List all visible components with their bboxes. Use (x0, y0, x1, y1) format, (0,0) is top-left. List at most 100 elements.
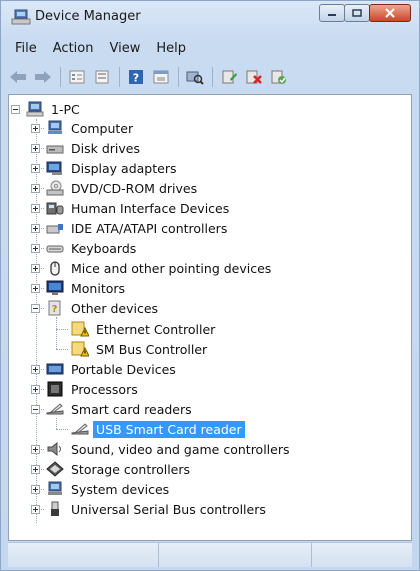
tree-label: Human Interface Devices (71, 200, 230, 216)
tree-root[interactable]: 1-PC (11, 99, 83, 119)
expand-toggle[interactable] (31, 203, 40, 213)
warning-device-icon (71, 321, 89, 337)
tree-item-portable-devices[interactable]: Portable Devices (31, 359, 179, 379)
system-device-icon (48, 481, 62, 495)
expand-toggle[interactable] (31, 484, 40, 494)
scan-hardware-button[interactable] (184, 66, 206, 88)
help-button[interactable]: ? (125, 66, 147, 88)
update-driver-button[interactable] (218, 66, 240, 88)
resources-view-icon (153, 70, 169, 84)
tree-label: IDE ATA/ATAPI controllers (71, 220, 228, 236)
toolbar: ? (7, 63, 413, 91)
computer-icon (48, 120, 62, 134)
mouse-icon (50, 261, 60, 276)
expand-toggle[interactable] (31, 464, 40, 474)
tree-item-other-devices[interactable]: ? Other devices (31, 298, 161, 318)
window-controls (319, 4, 411, 22)
collapse-toggle[interactable] (31, 303, 40, 313)
forward-arrow-icon (35, 71, 51, 83)
properties-view-button[interactable] (66, 66, 88, 88)
tree-label: Storage controllers (71, 461, 191, 477)
collapse-toggle[interactable] (31, 404, 40, 414)
tree-item-processors[interactable]: Processors (31, 379, 141, 399)
expand-toggle[interactable] (31, 183, 40, 193)
tree-label: Portable Devices (71, 361, 176, 377)
toolbar-separator (60, 67, 61, 87)
update-driver-icon (222, 70, 237, 84)
computer-icon (26, 101, 44, 117)
tree-item-usb-controllers[interactable]: Universal Serial Bus controllers (31, 499, 269, 519)
device-tree[interactable]: 1-PC Computer Disk drives Display adapte… (8, 94, 412, 541)
expand-toggle[interactable] (31, 223, 40, 233)
disable-device-button[interactable] (268, 66, 290, 88)
devices-view-button[interactable] (91, 66, 113, 88)
close-icon (385, 8, 395, 18)
collapse-toggle[interactable] (11, 104, 20, 114)
tree-item-sound-video-game[interactable]: Sound, video and game controllers (31, 439, 293, 459)
tree-item-human-interface-devices[interactable]: Human Interface Devices (31, 198, 232, 218)
status-segment (312, 543, 412, 567)
tree-item-system-devices[interactable]: System devices (31, 479, 172, 499)
close-button[interactable] (369, 4, 411, 22)
menu-action[interactable]: Action (45, 39, 102, 59)
expand-toggle[interactable] (31, 163, 40, 173)
minimize-button[interactable] (319, 4, 345, 22)
tree-item-ide-controllers[interactable]: IDE ATA/ATAPI controllers (31, 218, 230, 238)
tree-item-display-adapters[interactable]: Display adapters (31, 158, 179, 178)
ide-controller-icon (46, 224, 63, 234)
tree-item-usb-smart-card-reader[interactable]: USB Smart Card reader (71, 419, 245, 439)
svg-text:?: ? (52, 304, 58, 315)
expand-toggle[interactable] (31, 123, 40, 133)
forward-button[interactable] (32, 66, 54, 88)
tree-item-smart-card-readers[interactable]: Smart card readers (31, 399, 195, 419)
expand-toggle[interactable] (31, 263, 40, 273)
expand-toggle[interactable] (31, 243, 40, 253)
tree-label: 1-PC (51, 101, 80, 117)
smart-card-reader-icon (46, 403, 64, 415)
resources-view-button[interactable] (150, 66, 172, 88)
processor-icon (47, 381, 63, 397)
maximize-icon (352, 9, 362, 17)
title-bar[interactable]: Device Manager (1, 1, 419, 33)
unknown-device-icon: ? (48, 300, 61, 316)
device-manager-window: Device Manager File Action View Help ? 1… (0, 0, 420, 571)
menu-view[interactable]: View (101, 39, 148, 59)
tree-item-keyboards[interactable]: Keyboards (31, 238, 139, 258)
device-manager-icon (11, 9, 31, 25)
tree-label: Ethernet Controller (96, 321, 216, 337)
tree-label: Smart card readers (71, 401, 192, 417)
menu-file[interactable]: File (7, 39, 45, 59)
maximize-button[interactable] (344, 4, 370, 22)
menu-help[interactable]: Help (148, 39, 194, 59)
status-segment (8, 543, 159, 567)
back-button[interactable] (7, 66, 29, 88)
disable-device-icon (271, 70, 286, 84)
expand-toggle[interactable] (31, 364, 40, 374)
tree-label: Universal Serial Bus controllers (71, 501, 266, 517)
tree-item-disk-drives[interactable]: Disk drives (31, 138, 143, 158)
tree-item-dvd-cdrom-drives[interactable]: DVD/CD-ROM drives (31, 178, 200, 198)
tree-item-ethernet-controller[interactable]: Ethernet Controller (71, 319, 218, 339)
expand-toggle[interactable] (31, 283, 40, 293)
svg-text:?: ? (133, 72, 139, 85)
uninstall-button[interactable] (243, 66, 265, 88)
tree-item-computer[interactable]: Computer (31, 118, 136, 138)
status-segment (159, 543, 312, 567)
tree-item-mice[interactable]: Mice and other pointing devices (31, 258, 274, 278)
hid-icon (46, 202, 64, 215)
status-bar (8, 542, 412, 567)
tree-item-sm-bus-controller[interactable]: SM Bus Controller (71, 339, 210, 359)
uninstall-icon (246, 70, 262, 84)
expand-toggle[interactable] (31, 384, 40, 394)
tree-label: Disk drives (71, 140, 140, 156)
tree-label: DVD/CD-ROM drives (71, 180, 198, 196)
scan-hardware-icon (186, 71, 204, 85)
tree-item-monitors[interactable]: Monitors (31, 278, 128, 298)
tree-label: Other devices (71, 300, 159, 316)
toolbar-separator (178, 67, 179, 87)
expand-toggle[interactable] (31, 143, 40, 153)
expand-toggle[interactable] (31, 504, 40, 514)
expand-toggle[interactable] (31, 444, 40, 454)
tree-item-storage-controllers[interactable]: Storage controllers (31, 459, 193, 479)
tree-label-selected: USB Smart Card reader (93, 420, 245, 438)
